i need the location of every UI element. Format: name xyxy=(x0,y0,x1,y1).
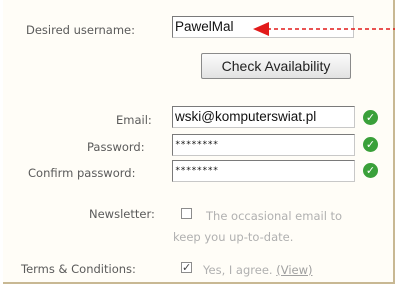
newsletter-description-line2: keep you up-to-date. xyxy=(173,230,294,244)
newsletter-description: The occasional email to xyxy=(206,209,343,223)
check-circle-icon: ✓ xyxy=(363,137,378,152)
password-label: Password: xyxy=(87,140,145,154)
terms-text: Yes, I agree. (View) xyxy=(203,263,312,277)
email-field[interactable]: wski@komputerswiat.pl xyxy=(172,106,355,128)
checkmark-icon: ✓ xyxy=(182,261,192,274)
newsletter-label: Newsletter: xyxy=(89,207,155,221)
email-label: Email: xyxy=(116,113,152,127)
terms-label: Terms & Conditions: xyxy=(21,262,136,276)
password-value: ******** xyxy=(175,140,219,150)
check-circle-icon: ✓ xyxy=(363,110,378,125)
check-availability-button[interactable]: Check Availability xyxy=(201,53,351,79)
check-circle-icon: ✓ xyxy=(363,163,378,178)
confirm-password-value: ******** xyxy=(175,166,219,176)
terms-agree-text: Yes, I agree. xyxy=(203,263,273,277)
password-field[interactable]: ******** xyxy=(172,134,355,156)
registration-form: Desired username: PawelMal Check Availab… xyxy=(3,0,395,284)
terms-view-link[interactable]: (View) xyxy=(276,263,312,277)
newsletter-checkbox[interactable] xyxy=(181,208,192,219)
red-arrow-icon xyxy=(253,22,395,36)
email-value: wski@komputerswiat.pl xyxy=(175,109,317,124)
username-label: Desired username: xyxy=(26,23,135,37)
confirm-password-field[interactable]: ******** xyxy=(172,160,355,182)
username-value: PawelMal xyxy=(175,19,234,34)
confirm-password-label: Confirm password: xyxy=(28,166,136,180)
terms-checkbox[interactable]: ✓ xyxy=(181,262,192,273)
